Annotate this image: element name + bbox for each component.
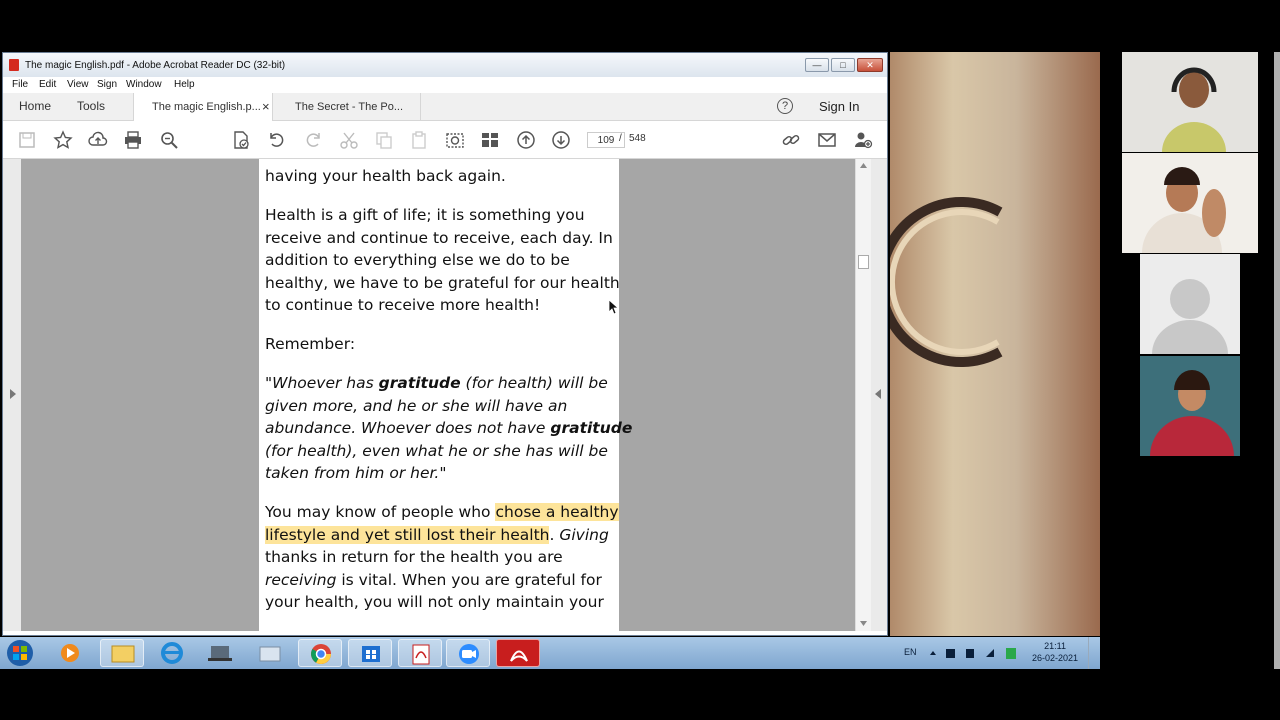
pdf-icon [9, 59, 19, 71]
tab-close-icon[interactable]: × [262, 93, 270, 120]
text-line: your health, you will not only maintain … [265, 593, 604, 611]
save-icon[interactable] [17, 130, 37, 150]
system-clock[interactable]: 21:11 26-02-2021 [1032, 640, 1078, 664]
show-desktop-button[interactable] [1088, 637, 1101, 669]
highlighted-text[interactable]: chose a healthy [495, 503, 619, 521]
start-button[interactable] [4, 639, 40, 667]
cut-icon[interactable] [339, 130, 359, 150]
link-icon[interactable] [781, 130, 801, 150]
clock-time: 21:11 [1044, 641, 1066, 651]
page-total: 548 [629, 133, 646, 144]
media-player-icon[interactable] [48, 639, 92, 667]
taskbar: EN 21:11 26-02-2021 [0, 637, 1100, 669]
copy-icon[interactable] [374, 130, 394, 150]
chrome-icon[interactable] [298, 639, 342, 667]
acrobat-icon[interactable] [496, 639, 540, 667]
redo-icon[interactable] [303, 130, 323, 150]
menu-window[interactable]: Window [126, 79, 162, 90]
screenshot-icon[interactable] [445, 130, 465, 150]
maximize-button[interactable]: □ [831, 58, 855, 72]
page-up-icon[interactable] [516, 130, 536, 150]
upload-icon[interactable] [88, 130, 108, 150]
clock-date: 26-02-2021 [1032, 653, 1079, 663]
star-icon[interactable] [53, 130, 73, 150]
sign-in-button[interactable]: Sign In [819, 93, 859, 121]
app-icon[interactable] [198, 639, 242, 667]
text-line: addition to everything else we do to be [265, 251, 570, 269]
tab-label: The magic English.p... [152, 101, 261, 113]
title-bar: The magic English.pdf - Adobe Acrobat Re… [3, 53, 887, 77]
minimize-button[interactable]: — [805, 58, 829, 72]
scrollbar-thumb[interactable] [858, 255, 869, 269]
text-line: to continue to receive more health! [265, 296, 541, 314]
background-letter-graphic [890, 197, 1003, 367]
mail-icon[interactable] [817, 130, 837, 150]
help-icon[interactable]: ? [777, 98, 793, 114]
search-icon[interactable] [159, 130, 179, 150]
tab-bar: Home Tools The magic English.p... × The … [3, 93, 887, 121]
zoom-icon[interactable] [446, 639, 490, 667]
stamp-icon[interactable] [480, 130, 500, 150]
participant-video-1[interactable] [1122, 52, 1258, 152]
text-line: Remember: [265, 335, 356, 353]
participant-video-2[interactable] [1122, 153, 1258, 253]
quote-line: taken from him or her." [265, 464, 447, 482]
pdf-icon[interactable] [398, 639, 442, 667]
add-user-icon[interactable] [853, 130, 873, 150]
vertical-scrollbar[interactable] [855, 159, 871, 631]
folder-icon[interactable] [248, 639, 292, 667]
close-button[interactable]: ✕ [857, 58, 883, 72]
quote-line: given more, and he or she will have an [265, 397, 568, 415]
system-tray-icons[interactable] [928, 646, 1018, 660]
quote-line: abundance. Whoever does not have gratitu… [265, 419, 633, 437]
pdf-page-icon[interactable] [231, 130, 251, 150]
language-indicator[interactable]: EN [904, 647, 917, 657]
acrobat-window: The magic English.pdf - Adobe Acrobat Re… [2, 52, 888, 636]
page-separator: / [619, 133, 622, 144]
text-line: having your health back again. [265, 167, 506, 185]
text-line: healthy, we have to be grateful for our … [265, 274, 620, 292]
text-line: lifestyle and yet still lost their healt… [265, 526, 609, 544]
quote-line: "Whoever has gratitude (for health) will… [265, 374, 608, 392]
paste-icon[interactable] [409, 130, 429, 150]
menu-help[interactable]: Help [174, 79, 195, 90]
toolbar: 109 / 548 [3, 121, 887, 159]
highlighted-text[interactable]: lifestyle and yet still lost their healt… [265, 526, 550, 544]
tab-tools[interactable]: Tools [77, 93, 105, 121]
explorer-icon[interactable] [100, 639, 144, 667]
text-line: receive and continue to receive, each da… [265, 229, 613, 247]
tab-home[interactable]: Home [19, 93, 51, 121]
menu-file[interactable]: File [12, 79, 28, 90]
print-icon[interactable] [123, 130, 143, 150]
undo-icon[interactable] [267, 130, 287, 150]
tab-label: The Secret - The Po... [295, 101, 404, 113]
text-line: Health is a gift of life; it is somethin… [265, 206, 585, 224]
tab-magic-english[interactable]: The magic English.p... × [133, 93, 273, 121]
quote-line: (for health), even what he or she has wi… [265, 442, 608, 460]
text-line: receiving is vital. When you are gratefu… [265, 571, 602, 589]
shared-video-background [890, 52, 1100, 636]
ie-icon[interactable] [150, 639, 194, 667]
menu-bar: File Edit View Sign Window Help [3, 77, 887, 93]
pdf-page: having your health back again. Health is… [259, 159, 632, 631]
right-panel-toggle-icon[interactable] [875, 389, 881, 399]
right-edge-scrollbar[interactable] [1274, 52, 1280, 669]
tab-the-secret[interactable]: The Secret - The Po... [273, 93, 421, 121]
menu-edit[interactable]: Edit [39, 79, 56, 90]
participant-video-4[interactable] [1140, 356, 1240, 456]
menu-sign[interactable]: Sign [97, 79, 117, 90]
page-down-icon[interactable] [551, 130, 571, 150]
participant-avatar-3[interactable] [1140, 254, 1240, 354]
left-panel-toggle[interactable] [3, 159, 21, 631]
text-line: You may know of people who chose a healt… [265, 503, 619, 521]
document-viewer: having your health back again. Health is… [21, 159, 855, 631]
text-line: thanks in return for the health you are [265, 548, 563, 566]
menu-view[interactable]: View [67, 79, 89, 90]
mouse-cursor-icon [609, 300, 619, 315]
store-icon[interactable] [348, 639, 392, 667]
window-title: The magic English.pdf - Adobe Acrobat Re… [25, 60, 286, 71]
